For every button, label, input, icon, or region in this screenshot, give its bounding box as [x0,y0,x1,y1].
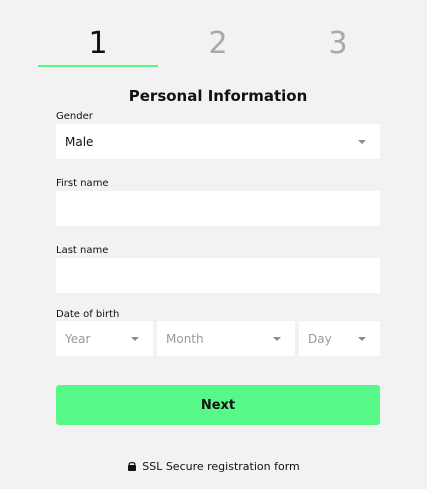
month-placeholder: Month [166,331,204,346]
lock-icon [127,461,137,471]
month-select[interactable]: Month [157,321,295,356]
step-1: 1 [88,26,108,61]
chevron-down-icon [131,336,139,341]
secure-registration-note: SSL Secure registration form [0,460,427,473]
next-button[interactable]: Next [56,385,380,425]
gender-value: Male [65,134,94,149]
active-step-underline [38,65,158,67]
first-name-label: First name [56,178,109,189]
date-of-birth-label: Date of birth [56,309,120,320]
day-placeholder: Day [308,331,332,346]
gender-select[interactable]: Male [56,124,380,159]
step-indicator: 1 2 3 [0,24,427,68]
last-name-input[interactable] [56,258,380,293]
form-title: Personal Information [128,87,308,105]
step-3: 3 [328,26,348,61]
day-select[interactable]: Day [299,321,380,356]
gender-label: Gender [56,111,93,122]
chevron-down-icon [358,336,366,341]
chevron-down-icon [273,336,281,341]
secure-text: SSL Secure registration form [142,460,300,473]
year-placeholder: Year [65,331,91,346]
chevron-down-icon [358,139,366,144]
step-2: 2 [208,26,228,61]
last-name-label: Last name [56,245,109,256]
first-name-input[interactable] [56,191,380,226]
year-select[interactable]: Year [56,321,153,356]
